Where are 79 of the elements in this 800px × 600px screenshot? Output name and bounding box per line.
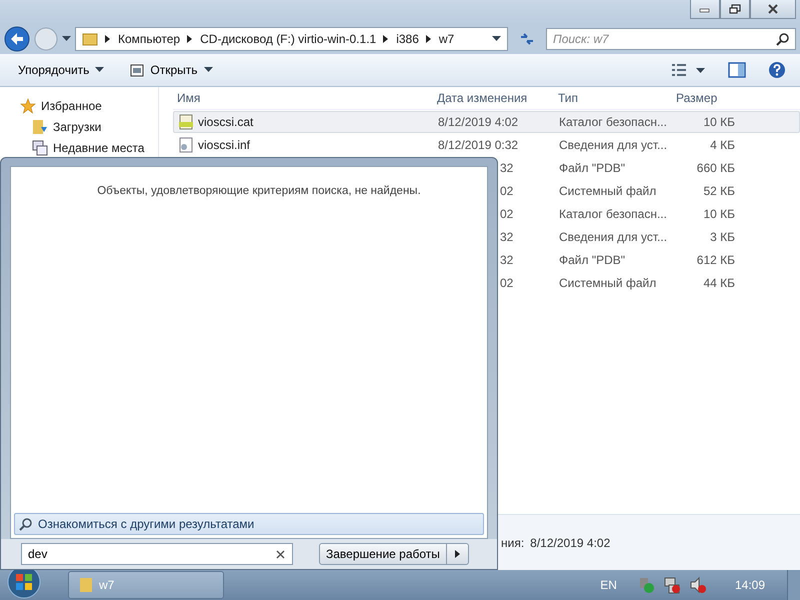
shutdown-options-button[interactable] xyxy=(446,543,469,565)
table-cell-text: 02 xyxy=(499,276,514,290)
close-icon[interactable] xyxy=(767,4,779,14)
table-cell-text: Файл "PDB" xyxy=(558,253,626,267)
breadcrumb-item[interactable]: Компьютер xyxy=(118,32,180,46)
network-icon[interactable] xyxy=(662,576,681,594)
muted-speaker-icon[interactable] xyxy=(688,576,707,594)
open-icon[interactable] xyxy=(130,64,144,76)
sidebar-item[interactable]: Недавние места xyxy=(53,140,144,154)
arrow-icon[interactable] xyxy=(454,550,460,558)
more-results-link[interactable]: Ознакомиться с другими результатами xyxy=(14,513,484,535)
refresh-icon[interactable] xyxy=(518,31,536,47)
table-cell-text: 10 КБ xyxy=(702,207,736,221)
view-options-icon[interactable] xyxy=(672,63,706,77)
sidebar-item[interactable]: Избранное xyxy=(41,98,102,112)
dropdown-icon[interactable] xyxy=(95,67,104,73)
sidebar-item[interactable]: Загрузки xyxy=(53,120,102,134)
status-label: ния: xyxy=(501,536,524,550)
breadcrumb-item[interactable]: w7 xyxy=(438,32,454,46)
column-header[interactable]: Имя xyxy=(173,91,433,105)
toolbar-button[interactable]: Открыть xyxy=(128,61,215,79)
chevron-icon[interactable] xyxy=(187,35,194,43)
dropdown-icon[interactable] xyxy=(204,67,213,73)
table-cell-text: 4 КБ xyxy=(709,138,736,152)
file-name[interactable]: vioscsi.cat xyxy=(198,115,254,129)
dropdown-icon[interactable] xyxy=(492,36,501,42)
table-cell-text: 3 КБ xyxy=(709,230,736,244)
table-cell-text: Каталог безопасн... xyxy=(558,207,668,221)
search-icon xyxy=(776,32,790,46)
maximize-button[interactable] xyxy=(720,0,750,19)
table-cell-text: Системный файл xyxy=(558,184,658,198)
star-icon xyxy=(20,98,36,114)
folder-icon xyxy=(82,32,98,46)
clear-icon[interactable] xyxy=(276,550,285,559)
file-name[interactable]: vioscsi.inf xyxy=(198,138,250,152)
download-folder-icon xyxy=(32,118,48,134)
table-cell-text: 44 КБ xyxy=(702,276,736,290)
settings-file-icon xyxy=(178,137,194,153)
search-field[interactable]: Поиск: w7 xyxy=(546,28,796,50)
column-header[interactable]: Размер xyxy=(672,91,738,105)
table-cell-text: 32 xyxy=(499,230,514,244)
column-header[interactable]: Тип xyxy=(554,91,672,105)
breadcrumb-item[interactable]: CD-дисковод (F:) virtio-win-0.1.1 xyxy=(200,32,376,46)
minimize-button[interactable] xyxy=(690,0,720,19)
table-cell-text: Сведения для уст... xyxy=(558,230,668,244)
catalog-file-icon xyxy=(178,114,194,130)
table-cell-text: 10 КБ xyxy=(702,115,736,129)
no-results-message: Объекты, удовлетворяющие критериям поиска, не найдены. xyxy=(96,185,422,197)
help-icon[interactable] xyxy=(768,61,786,79)
table-cell-text: 612 КБ xyxy=(696,253,736,267)
close-button[interactable] xyxy=(750,0,796,19)
chevron-icon[interactable] xyxy=(105,35,111,43)
search-icon[interactable] xyxy=(19,517,33,531)
dropdown-icon[interactable] xyxy=(62,36,71,42)
table-cell-text: Каталог безопасн... xyxy=(558,115,668,129)
table-cell-text: 8/12/2019 4:02 xyxy=(437,115,520,129)
chevron-icon[interactable] xyxy=(383,35,390,43)
table-cell-text: Файл "PDB" xyxy=(558,161,626,175)
status-value: 8/12/2019 4:02 xyxy=(530,536,610,550)
chevron-icon[interactable] xyxy=(426,35,432,43)
breadcrumb-item[interactable]: i386 xyxy=(396,32,419,46)
table-cell-text: 660 КБ xyxy=(696,161,736,175)
preview-pane-icon[interactable] xyxy=(728,62,746,78)
table-cell-text: 02 xyxy=(499,184,514,198)
recent-places-icon xyxy=(32,140,48,156)
shutdown-button[interactable]: Завершение работы xyxy=(319,543,447,565)
back-button[interactable] xyxy=(4,26,30,52)
restore-icon[interactable] xyxy=(729,4,741,14)
column-header[interactable]: Дата изменения xyxy=(433,91,554,105)
toolbar-button[interactable]: Упорядочить xyxy=(16,61,106,79)
table-cell-text: 32 xyxy=(499,161,514,175)
table-cell-text: 02 xyxy=(499,207,514,221)
table-cell-text: 32 xyxy=(499,253,514,267)
table-cell-text: Системный файл xyxy=(558,276,658,290)
table-cell-text: 8/12/2019 0:32 xyxy=(437,138,520,152)
table-cell-text: 52 КБ xyxy=(702,184,736,198)
table-cell-text: Сведения для уст... xyxy=(558,138,668,152)
address-bar[interactable]: Компьютер CD-дисковод (F:) virtio-win-0.1.1 i386 w7 xyxy=(75,27,508,51)
search-field[interactable]: dev xyxy=(21,543,293,565)
